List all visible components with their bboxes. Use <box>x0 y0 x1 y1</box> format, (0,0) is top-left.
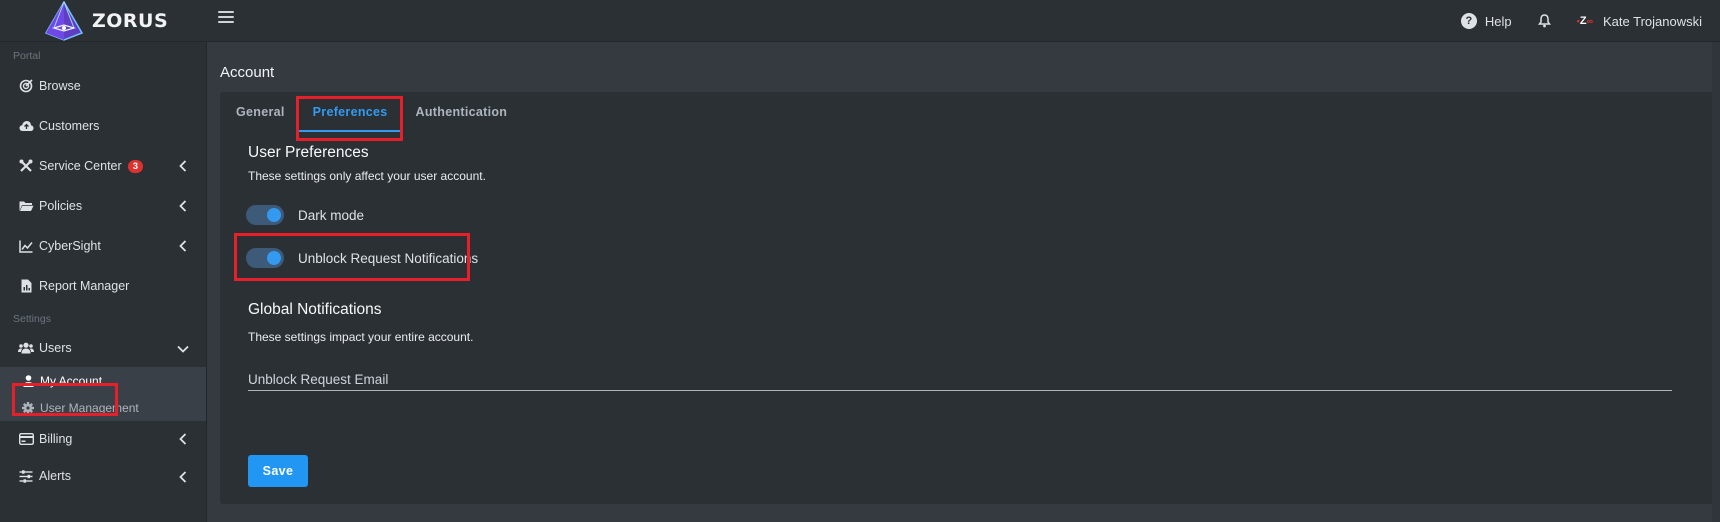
sidebar-item-browse[interactable]: Browse <box>0 66 206 106</box>
sidebar-subitem-label: My Account <box>40 373 103 388</box>
sidebar-item-label: Service Center <box>39 159 122 173</box>
sidebar-item-label: Policies <box>39 199 83 213</box>
report-icon <box>18 278 34 294</box>
sidebar-item-users[interactable]: Users <box>0 329 206 367</box>
help-button[interactable]: ? Help <box>1460 13 1512 29</box>
tab-authentication[interactable]: Authentication <box>402 102 522 132</box>
zorus-logo[interactable]: ZORUS <box>42 0 168 42</box>
help-label: Help <box>1484 13 1512 29</box>
sidebar-subitem-label: User Management <box>40 400 139 415</box>
folder-icon <box>18 198 34 214</box>
unblock-notifications-row: Unblock Request Notifications <box>246 248 478 268</box>
tools-icon <box>18 158 34 174</box>
global-notifications-description: These settings impact your entire accoun… <box>248 330 474 344</box>
user-preferences-heading: User Preferences <box>248 144 369 161</box>
account-tabs: General Preferences Authentication <box>234 102 521 132</box>
chevron-left-icon <box>179 240 187 252</box>
sidebar-item-cybersight[interactable]: CyberSight <box>0 226 206 266</box>
page-title: Account <box>220 64 275 81</box>
chevron-left-icon <box>179 471 187 483</box>
sidebar-item-label: Alerts <box>39 469 71 483</box>
cloud-icon <box>18 118 34 134</box>
save-button[interactable]: Save <box>248 455 308 487</box>
chevron-left-icon <box>179 200 187 212</box>
sidebar-item-label: Browse <box>39 79 81 93</box>
sidebar-item-billing[interactable]: Billing <box>0 421 206 457</box>
user-icon <box>21 374 35 388</box>
sidebar-item-label: Users <box>39 341 72 355</box>
users-icon <box>18 340 34 356</box>
tab-preferences[interactable]: Preferences <box>298 102 402 132</box>
notifications-bell-icon[interactable] <box>1537 14 1551 28</box>
sidebar-item-customers[interactable]: Customers <box>0 106 206 146</box>
dark-mode-toggle[interactable] <box>246 205 284 225</box>
chart-icon <box>18 238 34 254</box>
unblock-notifications-label: Unblock Request Notifications <box>298 250 479 266</box>
sliders-icon <box>18 468 34 484</box>
sidebar-item-label: Report Manager <box>39 279 130 293</box>
scrollbar[interactable] <box>1712 42 1720 522</box>
chevron-left-icon <box>179 160 187 172</box>
help-icon: ? <box>1460 13 1477 29</box>
user-preferences-description: These settings only affect your user acc… <box>248 169 486 183</box>
sidebar-item-label: Customers <box>39 119 100 133</box>
user-name: Kate Trojanowski <box>1603 13 1702 29</box>
dark-mode-row: Dark mode <box>246 205 364 225</box>
sidebar-item-label: Billing <box>39 432 73 446</box>
user-menu[interactable]: ▪Z∞ Kate Trojanowski <box>1577 14 1702 29</box>
zorus-logo-icon <box>44 1 84 41</box>
sidebar-item-report-manager[interactable]: Report Manager <box>0 266 206 306</box>
unblock-request-email-field <box>248 369 1672 391</box>
sidebar-item-my-account[interactable]: My Account <box>0 367 206 394</box>
notification-count-badge: 3 <box>127 159 143 173</box>
chevron-left-icon <box>179 433 187 445</box>
sidebar-item-service-center[interactable]: Service Center 3 <box>0 146 206 186</box>
sidebar-item-policies[interactable]: Policies <box>0 186 206 226</box>
section-label-settings: Settings <box>13 313 51 325</box>
menu-toggle-icon[interactable] <box>218 11 234 27</box>
chevron-down-icon <box>177 345 189 353</box>
global-notifications-heading: Global Notifications <box>248 301 382 318</box>
sidebar-item-label: CyberSight <box>39 239 101 253</box>
top-bar: ZORUS ? Help ▪Z∞ Kate Trojanowski <box>0 0 1720 42</box>
billing-icon <box>18 431 34 447</box>
gear-icon <box>21 401 35 415</box>
avatar: ▪Z∞ <box>1576 15 1593 27</box>
unblock-request-email-input[interactable] <box>248 369 1672 389</box>
brand-name: ZORUS <box>92 10 169 32</box>
account-card: General Preferences Authentication User … <box>220 92 1714 504</box>
tab-general[interactable]: General <box>234 102 299 132</box>
browse-icon <box>18 78 34 94</box>
sidebar-item-user-management[interactable]: User Management <box>0 394 206 421</box>
unblock-notifications-toggle[interactable] <box>246 248 284 268</box>
main-content: Account General Preferences Authenticati… <box>207 42 1720 522</box>
dark-mode-label: Dark mode <box>298 207 365 223</box>
sidebar: Portal Browse Customers Service Center 3… <box>0 42 207 522</box>
section-label-portal: Portal <box>13 50 41 62</box>
users-submenu: My Account User Management <box>0 367 206 421</box>
sidebar-item-alerts[interactable]: Alerts <box>0 457 206 495</box>
